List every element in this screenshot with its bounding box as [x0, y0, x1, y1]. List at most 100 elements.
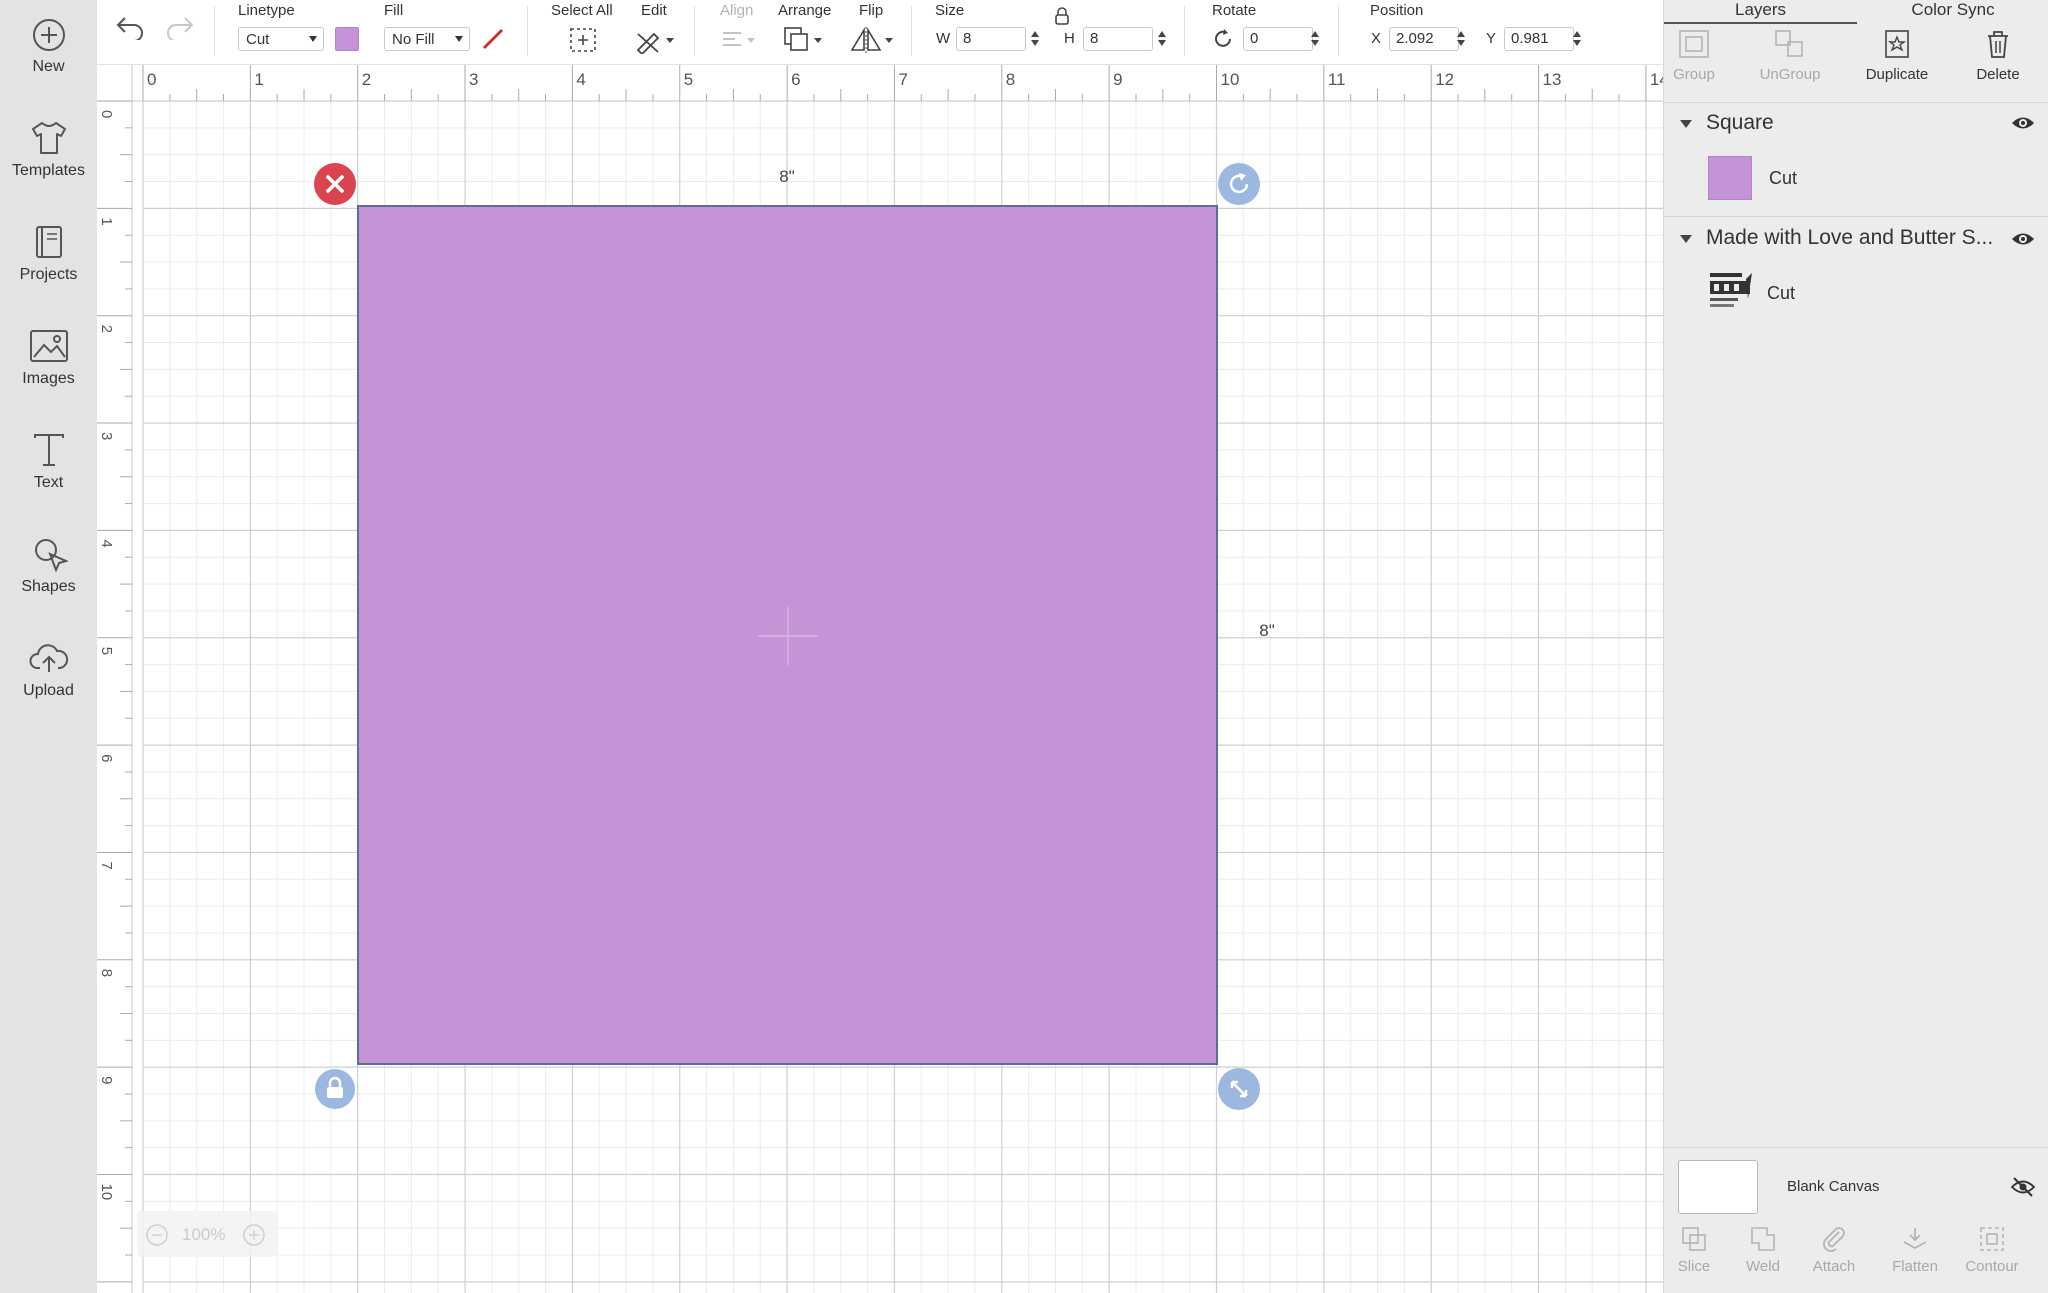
sidebar-item-text[interactable]: Text	[0, 432, 97, 492]
top-ruler-label: 8	[1006, 70, 1015, 89]
height-stepper[interactable]	[1157, 28, 1167, 50]
sidebar-item-upload[interactable]: Upload	[0, 640, 97, 700]
arrange-label: Arrange	[778, 2, 832, 19]
top-ruler-label: 4	[576, 70, 585, 89]
fill-select[interactable]: No Fill	[384, 27, 470, 51]
edit-label: Edit	[641, 2, 667, 19]
resize-handle[interactable]	[1218, 1068, 1260, 1110]
layer-group-square[interactable]: Square Cut	[1664, 108, 2048, 210]
expand-triangle-icon[interactable]	[1680, 120, 1692, 128]
layers-panel: Layers Color Sync Group UnGroup Duplicat…	[1663, 0, 2048, 1293]
sidebar-item-templates[interactable]: Templates	[0, 120, 97, 180]
left-ruler-label: 2	[98, 325, 115, 333]
fill-value: No Fill	[392, 31, 435, 48]
ungroup-button[interactable]: UnGroup	[1740, 28, 1840, 83]
top-ruler-label: 10	[1221, 70, 1240, 89]
lock-icon[interactable]	[1053, 6, 1071, 26]
x-position-stepper[interactable]	[1456, 28, 1466, 50]
height-input[interactable]: 8	[1083, 27, 1153, 51]
toolbar-divider	[911, 6, 912, 56]
toolbar-divider	[527, 6, 528, 56]
book-icon	[35, 226, 62, 258]
slice-label: Slice	[1677, 1258, 1711, 1275]
rotate-input[interactable]: 0	[1243, 27, 1313, 51]
slice-button[interactable]: Slice	[1654, 1224, 1734, 1275]
delete-button[interactable]: Delete	[1948, 28, 2048, 83]
height-label: H	[1064, 30, 1075, 47]
delete-label: Delete	[1976, 66, 2020, 83]
width-dimension-label: 8"	[779, 167, 795, 186]
cloud-upload-icon	[29, 644, 68, 672]
sidebar-item-new[interactable]: New	[0, 18, 97, 76]
rotate-stepper[interactable]	[1310, 28, 1320, 50]
select-all-icon[interactable]	[568, 26, 598, 54]
eye-icon[interactable]	[2010, 114, 2036, 132]
duplicate-button[interactable]: Duplicate	[1847, 28, 1947, 83]
linetype-select[interactable]: Cut	[238, 27, 324, 51]
sidebar-item-label: Projects	[19, 266, 78, 283]
eye-icon[interactable]	[2010, 230, 2036, 248]
undo-icon[interactable]	[115, 14, 145, 40]
attach-button[interactable]: Attach	[1794, 1224, 1874, 1275]
left-ruler-label: 1	[98, 217, 115, 225]
left-ruler-label: 6	[98, 754, 115, 762]
zoom-in-icon[interactable]	[242, 1223, 266, 1247]
top-ruler-label: 3	[469, 70, 478, 89]
left-ruler-label: 9	[98, 1076, 115, 1084]
y-position-input[interactable]: 0.981	[1504, 27, 1574, 51]
rotate-handle[interactable]	[1218, 163, 1260, 205]
group-button[interactable]: Group	[1644, 28, 1744, 83]
layer-group-made-with-love[interactable]: Made with Love and Butter S... Cut	[1664, 223, 2048, 323]
redo-icon[interactable]	[165, 14, 195, 40]
flip-icon[interactable]	[849, 25, 895, 55]
blank-canvas-row[interactable]: Blank Canvas	[1664, 1147, 2048, 1224]
delete-handle[interactable]	[314, 163, 356, 205]
toolbar-divider	[1184, 6, 1185, 56]
zoom-control: 100%	[137, 1211, 277, 1257]
rotate-icon	[1215, 29, 1231, 47]
fill-label: Fill	[384, 2, 404, 19]
y-position-stepper[interactable]	[1572, 28, 1582, 50]
tab-layers[interactable]: Layers	[1664, 0, 1857, 24]
lock-handle[interactable]	[315, 1069, 355, 1109]
contour-button[interactable]: Contour	[1952, 1224, 2032, 1275]
toolbar-divider	[1338, 6, 1339, 56]
edit-tools-icon[interactable]	[634, 26, 676, 54]
edit-toolbar: Linetype Cut Fill No Fill Select All Edi…	[97, 0, 1663, 65]
expand-triangle-icon[interactable]	[1680, 235, 1692, 243]
zoom-out-icon[interactable]	[145, 1223, 169, 1247]
toolbar-divider	[214, 6, 215, 56]
canvas-grid: 01234567891011121314 012345678910 8" 8"	[97, 65, 1663, 1293]
align-icon	[723, 32, 755, 46]
design-canvas[interactable]: 01234567891011121314 012345678910 8" 8"	[97, 65, 1663, 1293]
blank-canvas-label: Blank Canvas	[1787, 1178, 1880, 1195]
flatten-button[interactable]: Flatten	[1875, 1224, 1955, 1275]
flatten-icon	[1903, 1228, 1927, 1250]
sidebar-item-images[interactable]: Images	[0, 328, 97, 388]
width-stepper[interactable]	[1030, 28, 1040, 50]
x-position-input[interactable]: 2.092	[1389, 27, 1459, 51]
arrange-icon[interactable]	[782, 25, 826, 55]
chevron-down-icon	[455, 36, 463, 42]
ungroup-icon	[1775, 30, 1803, 57]
text-t-icon	[33, 434, 64, 466]
eye-hidden-icon[interactable]	[2010, 1176, 2036, 1198]
blank-canvas-swatch[interactable]	[1678, 1160, 1758, 1214]
linetype-color-swatch[interactable]	[335, 27, 359, 51]
width-label: W	[936, 30, 951, 47]
sidebar-item-label: Text	[33, 474, 64, 491]
no-fill-swatch-icon[interactable]	[481, 27, 505, 51]
weld-button[interactable]: Weld	[1723, 1224, 1803, 1275]
sidebar-item-shapes[interactable]: Shapes	[0, 536, 97, 596]
top-ruler	[97, 65, 1663, 101]
plus-circle-icon	[32, 19, 65, 51]
tab-color-sync[interactable]: Color Sync	[1857, 0, 2048, 22]
flip-label: Flip	[859, 2, 884, 19]
height-dimension-label: 8"	[1259, 621, 1275, 640]
layer-operation: Cut	[1767, 283, 1796, 303]
group-icon	[1679, 30, 1709, 58]
tshirt-icon	[31, 122, 66, 154]
sidebar-item-projects[interactable]: Projects	[0, 224, 97, 284]
left-ruler	[97, 65, 132, 1293]
width-input[interactable]: 8	[956, 27, 1026, 51]
